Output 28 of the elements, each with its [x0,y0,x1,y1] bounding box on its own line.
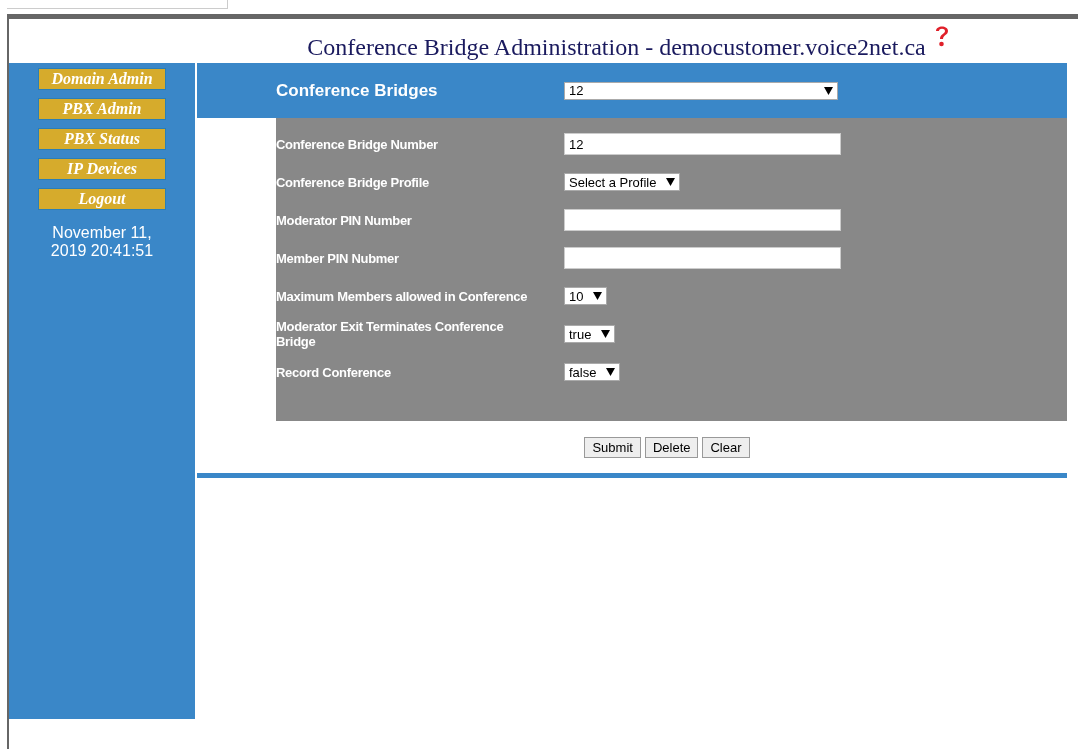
page-title: Conference Bridge Administration - democustomer.voice2net.ca [307,34,926,61]
dropdown[interactable]: false [564,363,621,381]
caret-icon [606,368,616,376]
form-button[interactable]: Submit [584,437,641,458]
field-label: Record Conference [276,364,392,380]
dropdown[interactable]: Select a Profile [564,173,681,191]
help-icon[interactable] [933,24,950,48]
form-button[interactable]: Clear [702,437,750,458]
dropdown[interactable]: true [564,325,616,343]
caret-icon [593,292,603,300]
caret-icon [824,86,833,95]
field-label: Moderator Exit Terminates Conference Bridge [276,319,505,349]
field-label: Conference Bridge Number [276,136,439,152]
caret-icon [666,178,676,186]
field-label: Maximum Members allowed in Conference [276,288,529,304]
date-time: November 11, 2019 20:41:51 [49,224,155,260]
field-label: Moderator PIN Number [276,212,413,228]
caret-icon [601,330,611,338]
input-field[interactable] [564,209,841,231]
field-label: Member PIN Nubmer [276,250,400,266]
input-field[interactable] [564,247,841,269]
section-title: Conference Bridges [276,80,439,101]
field-label: Conference Bridge Profile [276,174,430,190]
form-button[interactable]: Delete [644,437,699,458]
bridge-select[interactable]: 12 [564,81,838,100]
dropdown[interactable]: 10 [564,287,608,305]
input-field[interactable]: 12 [564,133,841,155]
input-field[interactable] [7,0,228,9]
